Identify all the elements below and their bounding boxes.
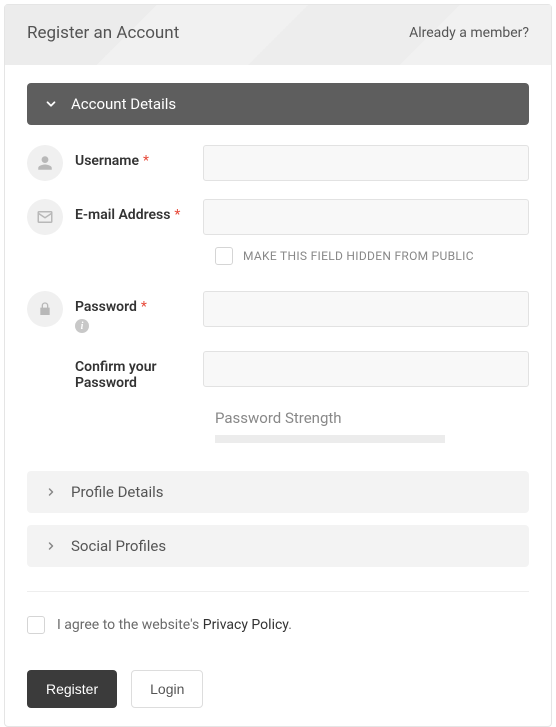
chevron-down-icon [43, 96, 59, 112]
register-card: Register an Account Already a member? Ac… [4, 4, 552, 727]
password-strength-label: Password Strength [215, 409, 529, 427]
login-button[interactable]: Login [131, 670, 203, 708]
card-header: Register an Account Already a member? [5, 5, 551, 65]
section-social-label: Social Profiles [71, 537, 166, 555]
user-icon [27, 145, 63, 181]
confirm-password-label: Confirm your Password [63, 351, 203, 391]
confirm-password-input[interactable] [203, 351, 529, 387]
hidden-field-label: MAKE THIS FIELD HIDDEN FROM PUBLIC [243, 249, 474, 263]
password-label: Password* i [63, 291, 203, 333]
account-form: Username* E-mail Address* MAK [27, 125, 529, 708]
username-label: Username* [63, 145, 203, 169]
hidden-field-checkbox[interactable] [215, 247, 233, 265]
section-account-label: Account Details [71, 95, 176, 113]
page-title: Register an Account [27, 23, 179, 43]
button-row: Register Login [27, 670, 529, 708]
email-input[interactable] [203, 199, 529, 235]
already-member-link[interactable]: Already a member? [409, 25, 529, 41]
section-profile-label: Profile Details [71, 483, 164, 501]
agree-checkbox[interactable] [27, 616, 45, 634]
section-account-details[interactable]: Account Details [27, 83, 529, 125]
envelope-icon [27, 199, 63, 235]
email-row: E-mail Address* [27, 199, 529, 235]
register-button[interactable]: Register [27, 670, 117, 708]
username-row: Username* [27, 145, 529, 181]
agree-row: I agree to the website's Privacy Policy. [27, 616, 529, 634]
card-body: Account Details Username* E-mail [5, 65, 551, 726]
username-input[interactable] [203, 145, 529, 181]
chevron-right-icon [43, 484, 59, 500]
password-input[interactable] [203, 291, 529, 327]
password-strength-bar [215, 435, 445, 443]
hidden-field-row: MAKE THIS FIELD HIDDEN FROM PUBLIC [215, 247, 529, 265]
chevron-right-icon [43, 538, 59, 554]
password-row: Password* i [27, 291, 529, 333]
section-profile-details[interactable]: Profile Details [27, 471, 529, 513]
lock-icon [27, 291, 63, 327]
info-icon[interactable]: i [75, 319, 89, 333]
section-social-profiles[interactable]: Social Profiles [27, 525, 529, 567]
divider [27, 591, 529, 592]
agree-text: I agree to the website's Privacy Policy. [57, 617, 292, 633]
privacy-policy-link[interactable]: Privacy Policy [203, 617, 288, 633]
email-label: E-mail Address* [63, 199, 203, 223]
confirm-password-row: Confirm your Password [27, 351, 529, 391]
